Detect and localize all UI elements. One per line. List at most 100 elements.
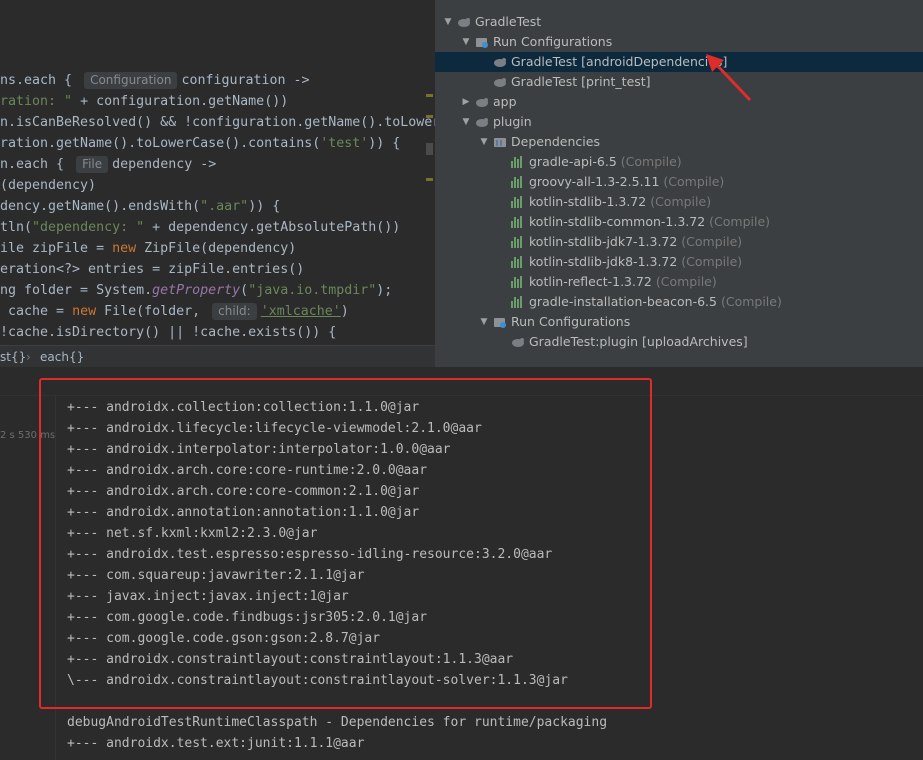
tree-row-label: GradleTest:plugin [uploadArchives] — [529, 332, 748, 352]
code-token: !cache.isDirectory() || !cache.exists())… — [0, 325, 337, 340]
code-line: eration<?> entries = zipFile.entries() — [0, 259, 304, 280]
editor-scroll-markers[interactable] — [424, 0, 435, 345]
code-token: "dependency: " — [32, 220, 145, 235]
tree-row-text: kotlin-stdlib-jdk8-1.3.72 — [529, 254, 678, 269]
console-line: debugAndroidTestRuntimeClasspath - Depen… — [67, 715, 608, 730]
code-token: n.each { — [0, 157, 73, 172]
code-line: ng folder = System.getProperty("java.io.… — [0, 280, 392, 301]
tree-row-scope: (Compile) — [677, 254, 743, 269]
tree-row-scope: (Compile) — [717, 294, 782, 309]
chevron-down-icon[interactable]: ▼ — [461, 112, 471, 132]
code-token: ( — [240, 283, 249, 298]
code-line: dency.getName().endsWith(".aar")) { — [0, 196, 280, 217]
code-line: ration: " + configuration.getName()) — [0, 91, 288, 112]
chevron-down-icon[interactable]: ▼ — [479, 132, 489, 152]
tree-row-text: kotlin-stdlib-jdk7-1.3.72 — [529, 234, 678, 249]
code-token: configuration -> — [181, 73, 310, 88]
tree-row-text: gradle-api-6.5 — [529, 154, 617, 169]
gradle-tree-row[interactable]: kotlin-stdlib-1.3.72 (Compile) — [435, 192, 923, 212]
tree-row-label: GradleTest [androidDependencies] — [511, 52, 727, 72]
gradle-tree-row[interactable]: kotlin-stdlib-jdk8-1.3.72 (Compile) — [435, 252, 923, 272]
tree-row-text: kotlin-stdlib-common-1.3.72 — [529, 214, 706, 229]
tree-row-label: kotlin-stdlib-1.3.72 (Compile) — [529, 192, 711, 212]
code-token: ZipFile(dependency) — [136, 241, 297, 256]
gradle-task-icon — [494, 58, 506, 67]
gradle-tree-row[interactable]: ▼ Run Configurations — [435, 312, 923, 332]
breadcrumb-item-each[interactable]: each{} — [40, 346, 84, 368]
code-token: 'test' — [320, 136, 369, 151]
chevron-down-icon[interactable]: ▼ — [443, 12, 453, 32]
gradle-tree-row[interactable]: GradleTest:plugin [uploadArchives] — [435, 332, 923, 352]
tree-row-label: Run Configurations — [511, 312, 630, 332]
tree-row-label: gradle-installation-beacon-6.5 (Compile) — [529, 292, 782, 312]
gradle-tree-row[interactable]: ▼ Dependencies — [435, 132, 923, 152]
gradle-toolbar — [435, 0, 923, 10]
code-token: ng folder = System. — [0, 283, 153, 298]
code-editor[interactable]: ns.each { Configuration configuration -> r… — [0, 0, 435, 345]
gradle-tree-row[interactable]: ▼ GradleTest — [435, 12, 923, 32]
tree-row-label: GradleTest [print_test] — [511, 72, 651, 92]
scroll-marker — [426, 115, 433, 118]
gradle-tree-row[interactable]: groovy-all-1.3-2.5.11 (Compile) — [435, 172, 923, 192]
code-token: ration: " — [0, 94, 73, 109]
code-token: eration<?> entries = zipFile.entries() — [0, 262, 305, 277]
scroll-marker — [426, 143, 433, 155]
code-token: dependency -> — [112, 157, 217, 172]
code-token: ile zipFile = — [0, 241, 113, 256]
code-token: + configuration.getName()) — [72, 94, 289, 109]
library-icon — [511, 296, 525, 308]
tree-row-text: kotlin-reflect-1.3.72 — [529, 274, 652, 289]
library-icon — [511, 276, 525, 288]
code-token: new — [72, 304, 97, 319]
code-line: !cache.isDirectory() || !cache.exists())… — [0, 322, 336, 343]
library-icon — [511, 256, 525, 268]
gradle-tree-row[interactable]: ▼ Run Configurations — [435, 32, 923, 52]
chevron-down-icon[interactable]: ▼ — [479, 312, 489, 332]
code-token: + dependency.getAbsolutePath()) — [144, 220, 401, 235]
code-token: dency.getName().endsWith( — [0, 199, 201, 214]
code-token: (dependency) — [0, 178, 97, 193]
tree-row-scope: (Compile) — [659, 174, 725, 189]
code-token: File(folder, — [96, 304, 209, 319]
scroll-marker — [426, 94, 433, 97]
gradle-tree-row[interactable]: ▶ app — [435, 92, 923, 112]
gradle-tool-window: ▼ GradleTest ▼ Run Configurations GradleTest… — [435, 0, 923, 367]
gradle-tree-row[interactable]: GradleTest [print_test] — [435, 72, 923, 92]
tree-row-text: app — [493, 94, 517, 109]
code-line: n.isCanBeResolved() && !configuration.ge… — [0, 112, 435, 133]
code-token: ".aar" — [200, 199, 249, 214]
gradle-tree-row[interactable]: kotlin-stdlib-jdk7-1.3.72 (Compile) — [435, 232, 923, 252]
code-token: getProperty — [152, 283, 241, 298]
code-token: n.isCanBeResolved() && !configuration.ge… — [0, 115, 435, 130]
gradle-tree-row[interactable]: kotlin-reflect-1.3.72 (Compile) — [435, 272, 923, 292]
tree-row-scope: (Compile) — [651, 274, 717, 289]
library-icon — [511, 176, 525, 188]
parameter-hint: File — [76, 156, 109, 173]
tree-row-text: GradleTest — [475, 14, 542, 29]
tree-row-text: plugin — [493, 114, 532, 129]
gradle-tree-row[interactable]: ▼ plugin — [435, 112, 923, 132]
code-token: "java.io.tmpdir" — [248, 283, 377, 298]
gradle-tree-row[interactable]: GradleTest [androidDependencies] — [435, 52, 923, 72]
tree-row-label: gradle-api-6.5 (Compile) — [529, 152, 682, 172]
console-line: +--- androidx.test.ext:junit:1.1.1@aar — [67, 736, 365, 751]
chevron-right-icon[interactable]: ▶ — [461, 92, 471, 112]
tree-row-label: kotlin-stdlib-jdk8-1.3.72 (Compile) — [529, 252, 742, 272]
tree-row-text: Run Configurations — [493, 34, 613, 49]
library-icon — [511, 156, 525, 168]
gradle-tree-row[interactable]: gradle-api-6.5 (Compile) — [435, 152, 923, 172]
gradle-tree-row[interactable]: gradle-installation-beacon-6.5 (Compile) — [435, 292, 923, 312]
tree-row-label: GradleTest — [475, 12, 541, 32]
tree-row-text: groovy-all-1.3-2.5.11 — [529, 174, 660, 189]
run-configurations-icon — [494, 318, 506, 328]
chevron-down-icon[interactable]: ▼ — [461, 32, 471, 52]
library-icon — [511, 236, 525, 248]
code-line: tln("dependency: " + dependency.getAbsol… — [0, 217, 400, 238]
gradle-elephant-icon — [476, 98, 488, 107]
breadcrumb-item-st[interactable]: st{} — [0, 346, 26, 368]
gradle-tree-row[interactable]: kotlin-stdlib-common-1.3.72 (Compile) — [435, 212, 923, 232]
tree-row-label: kotlin-stdlib-jdk7-1.3.72 (Compile) — [529, 232, 742, 252]
scroll-marker — [426, 178, 433, 181]
code-token: ); — [376, 283, 393, 298]
code-line: ile zipFile = new ZipFile(dependency) — [0, 238, 296, 259]
